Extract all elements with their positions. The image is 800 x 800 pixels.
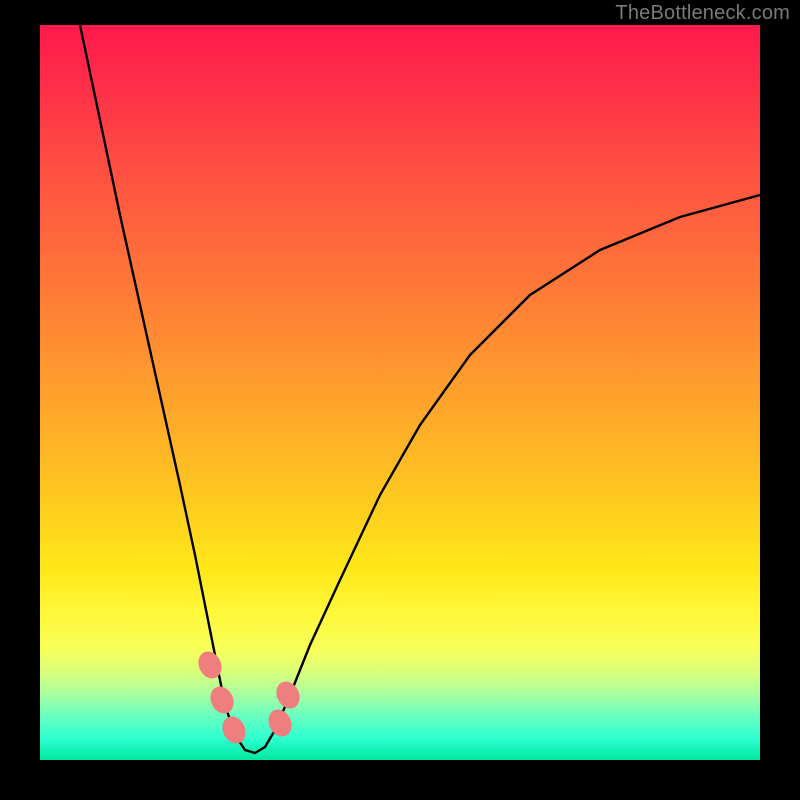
curve-markers [194, 648, 304, 748]
bottleneck-curve [80, 25, 760, 753]
watermark-text: TheBottleneck.com [615, 2, 790, 25]
chart-svg [40, 25, 760, 760]
right-marker-1 [264, 706, 296, 741]
chart-plot-area [40, 25, 760, 760]
left-marker-3 [218, 713, 250, 748]
right-marker-2 [272, 678, 304, 713]
left-marker-2 [206, 683, 238, 718]
left-marker-1 [194, 648, 226, 683]
chart-frame: TheBottleneck.com [0, 0, 800, 800]
